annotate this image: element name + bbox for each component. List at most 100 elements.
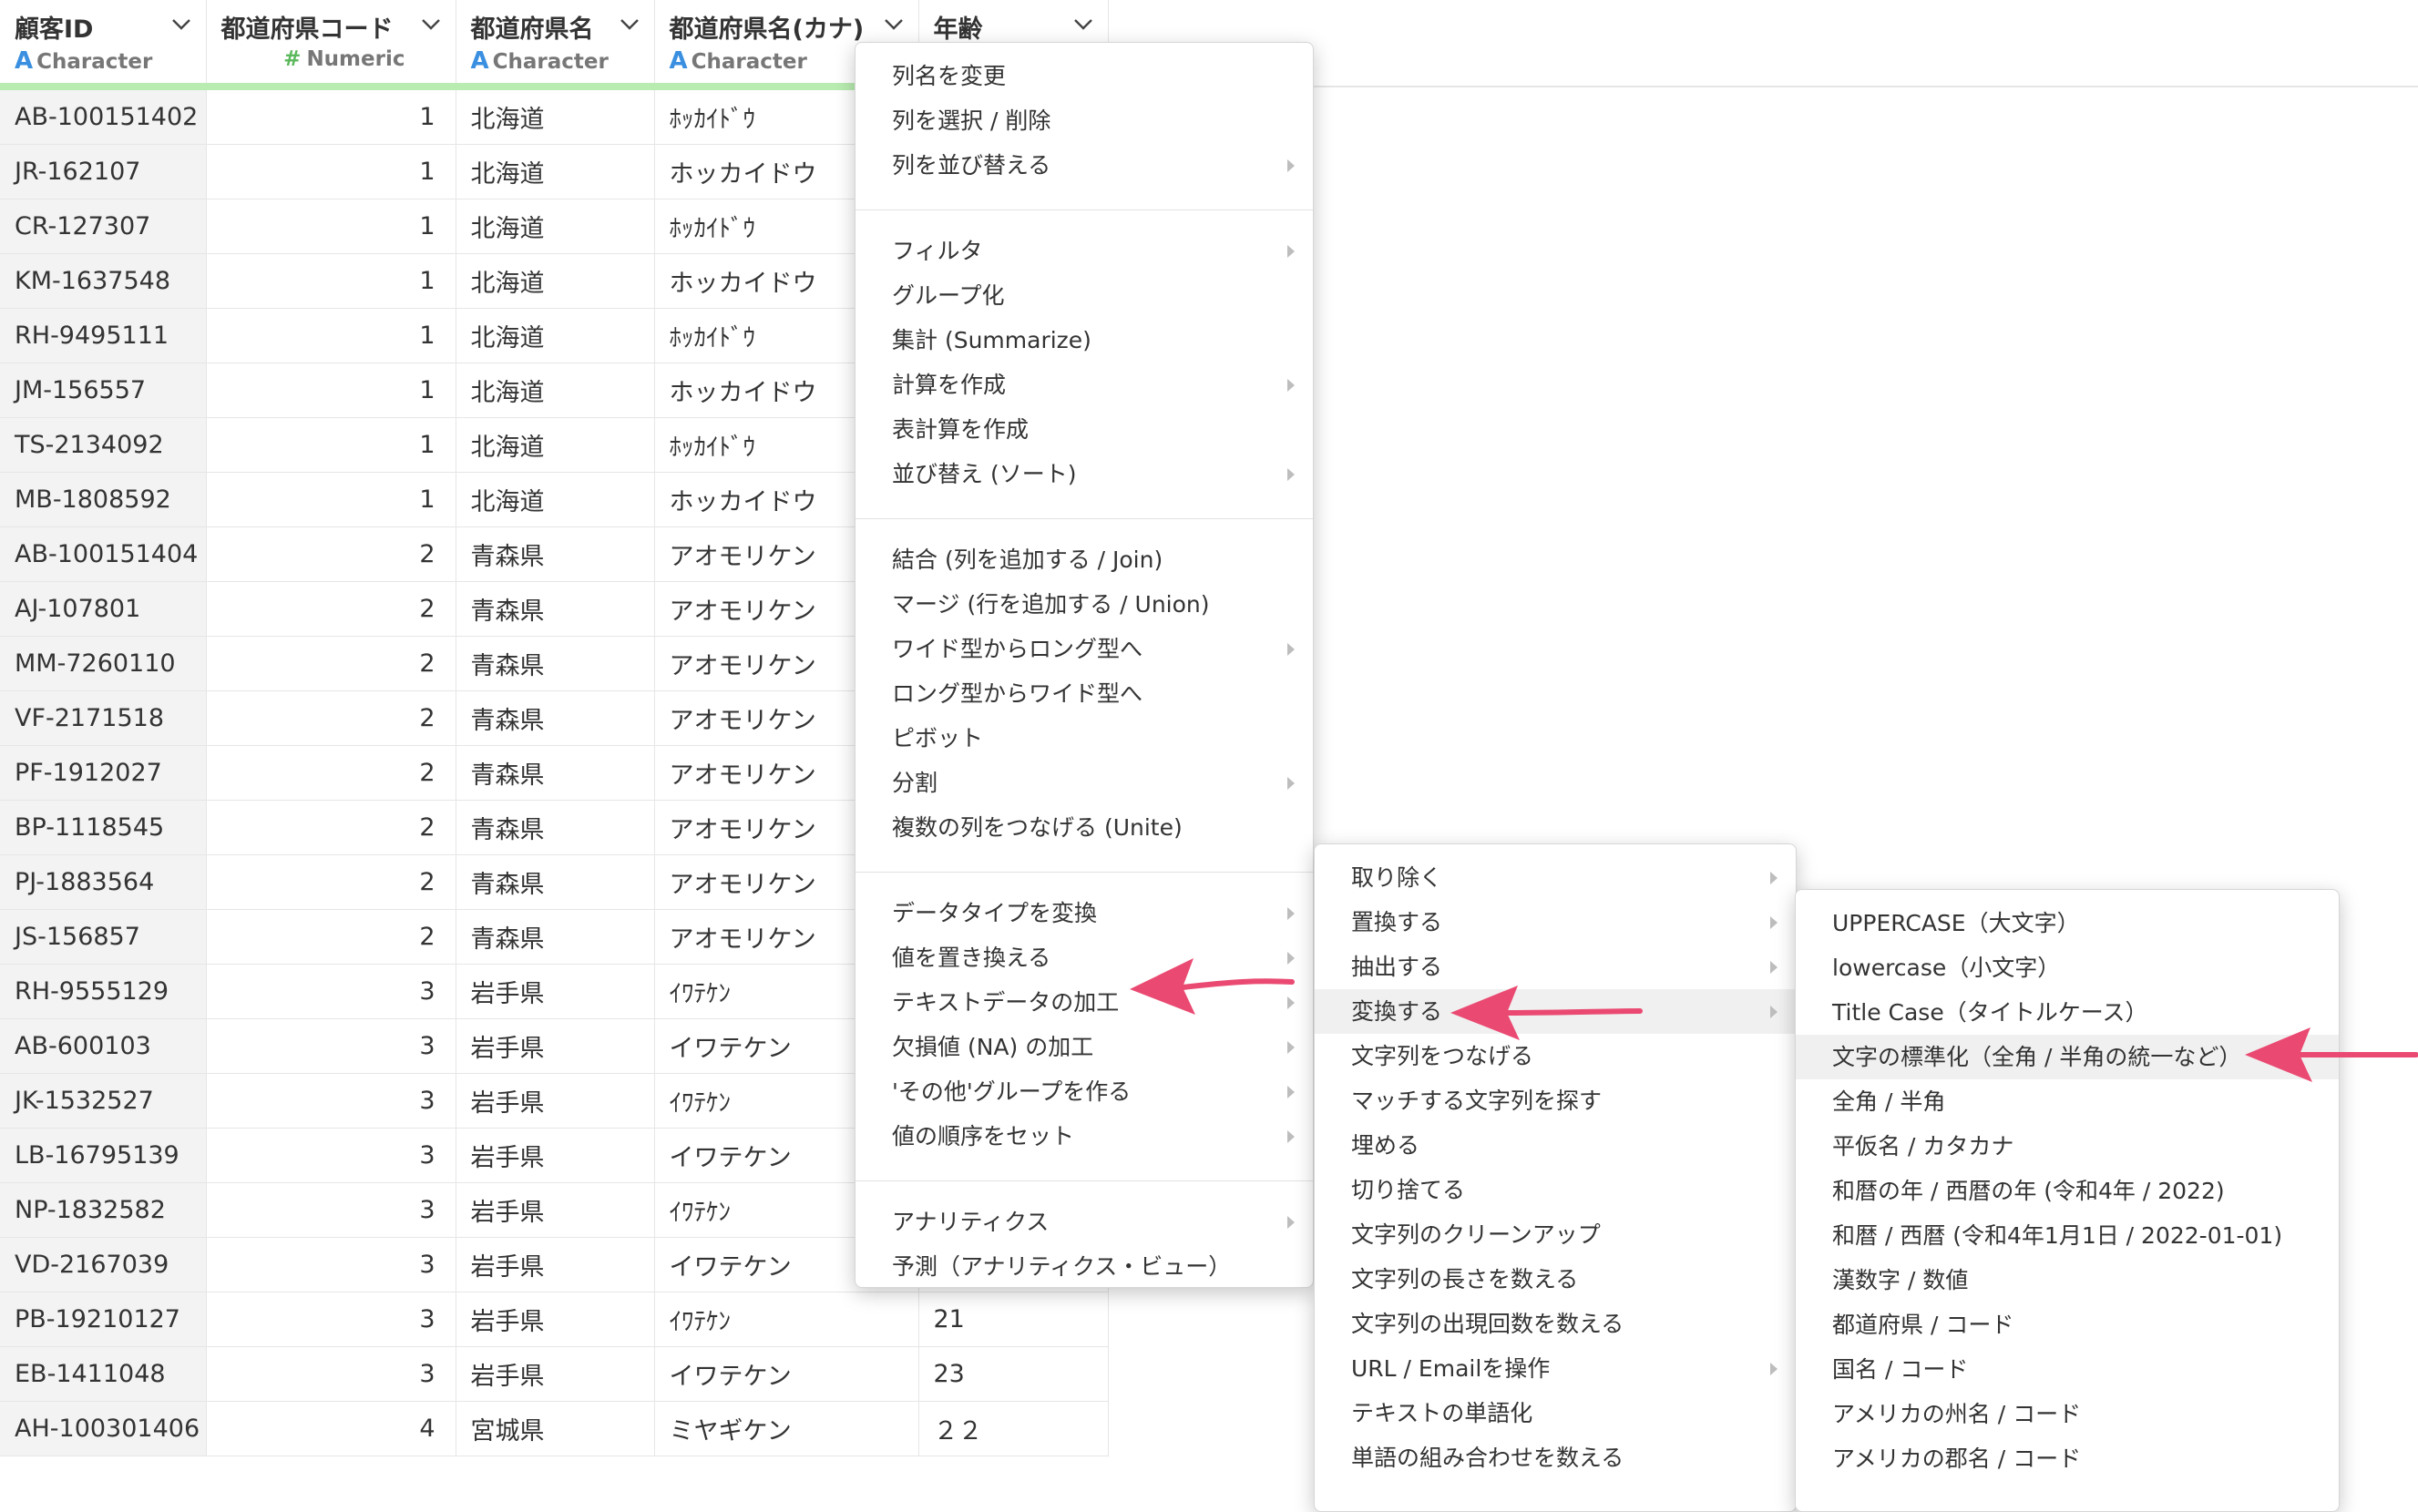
- menu-item[interactable]: アナリティクス: [856, 1200, 1313, 1244]
- table-cell[interactable]: PF-1912027: [0, 745, 207, 801]
- table-cell[interactable]: 2: [206, 690, 456, 746]
- menu-item[interactable]: 予測（アナリティクス・ビュー）: [856, 1244, 1313, 1289]
- table-cell[interactable]: 21: [918, 1292, 1109, 1347]
- submenu-item[interactable]: 切り捨てる: [1315, 1168, 1796, 1212]
- table-cell[interactable]: 宮城県: [456, 1401, 655, 1456]
- table-cell[interactable]: JK-1532527: [0, 1073, 207, 1129]
- menu-item[interactable]: フィルタ: [856, 229, 1313, 273]
- table-cell[interactable]: 3: [206, 1073, 456, 1129]
- table-cell[interactable]: 4: [206, 1401, 456, 1456]
- table-cell[interactable]: LB-16795139: [0, 1128, 207, 1183]
- table-cell[interactable]: PJ-1883564: [0, 854, 207, 910]
- table-cell[interactable]: 北海道: [456, 472, 655, 527]
- submenu-item[interactable]: 文字列のクリーンアップ: [1315, 1212, 1796, 1257]
- menu-item[interactable]: マージ (行を追加する / Union): [856, 582, 1313, 627]
- table-cell[interactable]: 2: [206, 909, 456, 965]
- table-cell[interactable]: 岩手県: [456, 1073, 655, 1129]
- table-cell[interactable]: 青森県: [456, 636, 655, 691]
- menu-item[interactable]: 並び替え (ソート): [856, 452, 1313, 496]
- submenu-item[interactable]: 埋める: [1315, 1123, 1796, 1168]
- table-cell[interactable]: 1: [206, 417, 456, 473]
- table-cell[interactable]: 青森県: [456, 800, 655, 855]
- menu-item[interactable]: 値の順序をセット: [856, 1114, 1313, 1159]
- submenu-item[interactable]: 取り除く: [1315, 855, 1796, 900]
- menu-item[interactable]: 分割: [856, 761, 1313, 805]
- table-cell[interactable]: 青森県: [456, 690, 655, 746]
- table-cell[interactable]: 北海道: [456, 199, 655, 254]
- table-cell[interactable]: 2: [206, 581, 456, 637]
- menu-item[interactable]: ピボット: [856, 716, 1313, 761]
- table-cell[interactable]: BP-1118545: [0, 800, 207, 855]
- submenu-item[interactable]: 単語の組み合わせを数える: [1315, 1435, 1796, 1480]
- table-cell[interactable]: VF-2171518: [0, 690, 207, 746]
- table-cell[interactable]: 北海道: [456, 417, 655, 473]
- table-cell[interactable]: 2: [206, 745, 456, 801]
- submenu-item[interactable]: 置換する: [1315, 900, 1796, 945]
- table-cell[interactable]: 1: [206, 363, 456, 418]
- chevron-down-icon[interactable]: [1071, 13, 1095, 35]
- convert-option[interactable]: 漢数字 / 数値: [1796, 1258, 2339, 1303]
- table-cell[interactable]: RH-9495111: [0, 308, 207, 363]
- table-cell[interactable]: AB-100151404: [0, 526, 207, 582]
- table-cell[interactable]: 岩手県: [456, 1128, 655, 1183]
- column-header[interactable]: 都道府県名 A Character: [456, 0, 655, 90]
- table-cell[interactable]: 青森県: [456, 526, 655, 582]
- table-cell[interactable]: 青森県: [456, 854, 655, 910]
- table-cell[interactable]: KM-1637548: [0, 253, 207, 309]
- convert-option[interactable]: アメリカの州名 / コード: [1796, 1392, 2339, 1436]
- table-cell[interactable]: 2: [206, 636, 456, 691]
- table-cell[interactable]: VD-2167039: [0, 1237, 207, 1292]
- table-cell[interactable]: ２２: [918, 1401, 1109, 1456]
- table-row[interactable]: PB-19210127 3 岩手県 ｲﾜﾃｹﾝ 21: [0, 1292, 1109, 1347]
- table-cell[interactable]: 北海道: [456, 363, 655, 418]
- menu-item[interactable]: 列名を変更: [856, 54, 1313, 98]
- table-cell[interactable]: PB-19210127: [0, 1292, 207, 1347]
- table-cell[interactable]: ｲﾜﾃｹﾝ: [654, 1292, 919, 1347]
- table-cell[interactable]: 2: [206, 854, 456, 910]
- menu-item[interactable]: 列を並び替える: [856, 143, 1313, 188]
- submenu-item[interactable]: 文字列の出現回数を数える: [1315, 1302, 1796, 1346]
- table-cell[interactable]: 3: [206, 1292, 456, 1347]
- menu-item[interactable]: 列を選択 / 削除: [856, 98, 1313, 143]
- convert-option[interactable]: アメリカの郡名 / コード: [1796, 1436, 2339, 1481]
- table-cell[interactable]: TS-2134092: [0, 417, 207, 473]
- column-header[interactable]: 顧客ID A Character: [0, 0, 207, 90]
- table-cell[interactable]: CR-127307: [0, 199, 207, 254]
- submenu-item[interactable]: 文字列の長さを数える: [1315, 1257, 1796, 1302]
- menu-item[interactable]: データタイプを変換: [856, 891, 1313, 935]
- table-cell[interactable]: 1: [206, 472, 456, 527]
- table-cell[interactable]: 3: [206, 1018, 456, 1074]
- table-cell[interactable]: 3: [206, 1128, 456, 1183]
- menu-item[interactable]: 計算を作成: [856, 363, 1313, 407]
- menu-item[interactable]: 'その他'グループを作る: [856, 1069, 1313, 1114]
- table-cell[interactable]: 岩手県: [456, 1346, 655, 1402]
- menu-item[interactable]: 表計算を作成: [856, 407, 1313, 452]
- convert-option[interactable]: 都道府県 / コード: [1796, 1303, 2339, 1347]
- table-cell[interactable]: AB-100151402: [0, 87, 207, 145]
- submenu-item[interactable]: マッチする文字列を探す: [1315, 1078, 1796, 1123]
- column-header[interactable]: 都道府県コード # Numeric: [206, 0, 456, 90]
- convert-option[interactable]: 平仮名 / カタカナ: [1796, 1124, 2339, 1169]
- table-cell[interactable]: 1: [206, 87, 456, 145]
- menu-item[interactable]: 結合 (列を追加する / Join): [856, 537, 1313, 582]
- table-cell[interactable]: NP-1832582: [0, 1182, 207, 1238]
- chevron-down-icon[interactable]: [882, 13, 906, 35]
- table-cell[interactable]: 23: [918, 1346, 1109, 1402]
- convert-option[interactable]: UPPERCASE（大文字）: [1796, 901, 2339, 945]
- chevron-down-icon[interactable]: [419, 13, 443, 35]
- table-cell[interactable]: MB-1808592: [0, 472, 207, 527]
- menu-item[interactable]: ワイド型からロング型へ: [856, 627, 1313, 671]
- table-cell[interactable]: JR-162107: [0, 144, 207, 199]
- convert-option[interactable]: 和暦 / 西暦 (令和4年1月1日 / 2022-01-01): [1796, 1213, 2339, 1258]
- chevron-down-icon[interactable]: [618, 13, 641, 35]
- table-cell[interactable]: 3: [206, 1182, 456, 1238]
- menu-item[interactable]: 欠損値 (NA) の加工: [856, 1025, 1313, 1069]
- table-cell[interactable]: 1: [206, 253, 456, 309]
- table-cell[interactable]: AJ-107801: [0, 581, 207, 637]
- table-cell[interactable]: RH-9555129: [0, 964, 207, 1019]
- table-cell[interactable]: AB-600103: [0, 1018, 207, 1074]
- menu-item[interactable]: グループ化: [856, 273, 1313, 318]
- table-cell[interactable]: 1: [206, 144, 456, 199]
- submenu-item[interactable]: テキストの単語化: [1315, 1391, 1796, 1435]
- menu-item[interactable]: 複数の列をつなげる (Unite): [856, 805, 1313, 850]
